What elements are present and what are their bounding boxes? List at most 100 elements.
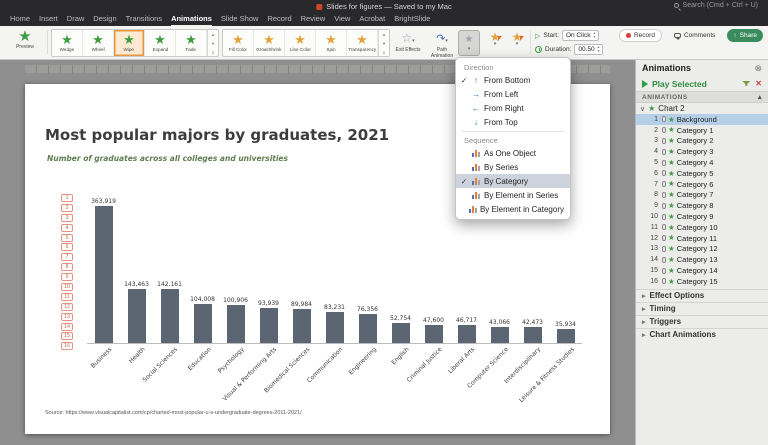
menu-item-by-element-in-category[interactable]: By Element in Category <box>456 202 570 216</box>
record-button[interactable]: Record <box>618 29 662 42</box>
path-animation-button[interactable]: ↷▾ Path Animation <box>426 29 458 60</box>
gallery-more-button[interactable]: ▴ ▾ ≡ <box>378 30 389 56</box>
tab-view[interactable]: View <box>334 14 350 26</box>
animation-group-chart-2[interactable]: ∨ ★ Chart 2 <box>636 103 768 114</box>
menu-item-by-category[interactable]: ✓ By Category <box>456 174 570 188</box>
menu-item-by-element-in-series[interactable]: By Element in Series <box>456 188 570 202</box>
effect-wipe[interactable]: ★ Wipe <box>114 30 145 56</box>
tab-home[interactable]: Home <box>10 14 30 26</box>
effect-wheel[interactable]: ★ Wheel <box>83 30 114 56</box>
bar-leisure-fitness-studies[interactable] <box>556 329 575 343</box>
animation-item-category-13[interactable]: 14 ★ Category 13 <box>636 254 768 265</box>
animation-item-category-14[interactable]: 15 ★ Category 14 <box>636 265 768 276</box>
section-triggers[interactable]: ▸ Triggers <box>636 314 768 328</box>
menu-separator <box>462 131 564 132</box>
bar-biomedical-sciences[interactable] <box>292 309 311 343</box>
effect-spin[interactable]: ★ Spin <box>316 30 347 56</box>
bar-english[interactable] <box>391 323 410 343</box>
menu-item-from-left[interactable]: → From Left <box>456 87 570 101</box>
animation-item-category-5[interactable]: 6 ★ Category 5 <box>636 168 768 179</box>
effect-line-color[interactable]: ★ Line Color <box>285 30 316 56</box>
menu-item-from-bottom[interactable]: ✓ ↑ From Bottom <box>456 73 570 87</box>
bar-slot: 76,356 Engineering <box>347 189 384 376</box>
tab-review[interactable]: Review <box>301 14 326 26</box>
section-effect-options[interactable]: ▸ Effect Options <box>636 288 768 302</box>
tab-animations[interactable]: Animations <box>171 14 212 26</box>
effect-options-button[interactable]: ★ ▾ <box>458 30 480 56</box>
animation-item-background[interactable]: 1 ★ Background <box>636 114 768 125</box>
animation-order-number: 16 <box>650 277 658 285</box>
filter-icon[interactable] <box>742 81 751 86</box>
bar-liberal-arts[interactable] <box>457 325 476 343</box>
animation-item-category-11[interactable]: 12 ★ Category 11 <box>636 233 768 244</box>
bar-social-sciences[interactable] <box>160 289 179 343</box>
menu-item-from-top[interactable]: ↓ From Top <box>456 115 570 129</box>
menu-item-by-series[interactable]: By Series <box>456 160 570 174</box>
close-panel-icon[interactable]: ⊗ <box>754 63 762 74</box>
bar-psychology[interactable] <box>226 305 245 343</box>
search-field[interactable]: Search (Cmd + Ctrl + U) <box>673 2 758 9</box>
tab-acrobat[interactable]: Acrobat <box>359 14 385 26</box>
chevron-right-icon: ▸ <box>642 331 646 339</box>
tab-design[interactable]: Design <box>93 14 116 26</box>
effect-expand[interactable]: ★ Expand <box>145 30 176 56</box>
start-select[interactable]: On Click ▴ ▾ <box>561 30 600 41</box>
comments-button[interactable]: Comments <box>668 29 721 42</box>
animation-item-category-2[interactable]: 3 ★ Category 2 <box>636 136 768 147</box>
menu-item-label: By Series <box>484 162 519 172</box>
animation-item-category-7[interactable]: 8 ★ Category 7 <box>636 190 768 201</box>
tab-transitions[interactable]: Transitions <box>126 14 162 26</box>
powerpoint-window: Slides for figures — Saved to my Mac Sea… <box>0 0 768 445</box>
animation-item-category-12[interactable]: 13 ★ Category 12 <box>636 244 768 255</box>
path-animation-label: Path Animation <box>430 47 454 59</box>
animation-item-category-10[interactable]: 11 ★ Category 10 <box>636 222 768 233</box>
effect-fill-color[interactable]: ★ Fill Color <box>223 30 254 56</box>
bar-business[interactable] <box>94 206 113 343</box>
play-selected-button[interactable]: Play Selected <box>652 79 707 89</box>
entrance-star-icon: ★ <box>648 103 656 113</box>
section-timing[interactable]: ▸ Timing <box>636 301 768 315</box>
bar-computer-science[interactable] <box>490 327 509 343</box>
effect-wedge[interactable]: ★ Wedge <box>52 30 83 56</box>
bar-visual-performing-arts[interactable] <box>259 308 278 343</box>
animation-item-category-1[interactable]: 2 ★ Category 1 <box>636 125 768 136</box>
animation-item-category-9[interactable]: 10 ★ Category 9 <box>636 211 768 222</box>
animation-item-category-8[interactable]: 9 ★ Category 8 <box>636 200 768 211</box>
share-button[interactable]: ↑ Share <box>727 29 763 42</box>
effect-fade[interactable]: ★ Fade <box>176 30 207 56</box>
lightning-star-button-1[interactable]: ★ ▾ <box>486 31 504 47</box>
bar-value-label: 104,008 <box>190 296 215 303</box>
tab-slide-show[interactable]: Slide Show <box>221 14 259 26</box>
check-icon: ✓ <box>460 176 468 186</box>
exit-effects-button[interactable]: ☆▾ Exit Effects <box>392 29 424 54</box>
effect-grow-shrink[interactable]: ★ Grow/Shrink <box>254 30 285 56</box>
section-chart-animations[interactable]: ▸ Chart Animations <box>636 327 768 341</box>
animation-item-category-4[interactable]: 5 ★ Category 4 <box>636 157 768 168</box>
tab-brightslide[interactable]: BrightSlide <box>394 14 430 26</box>
bar-health[interactable] <box>127 289 146 343</box>
bar-communication[interactable] <box>325 312 344 343</box>
animation-item-category-15[interactable]: 16 ★ Category 15 <box>636 276 768 287</box>
tab-record[interactable]: Record <box>267 14 291 26</box>
animations-list-header[interactable]: ANIMATIONS ▴ <box>636 91 768 103</box>
bar-value-label: 35,934 <box>555 321 576 328</box>
bar-education[interactable] <box>193 304 212 343</box>
mouse-click-icon <box>662 245 666 252</box>
menu-item-label: From Left <box>484 89 519 99</box>
tab-draw[interactable]: Draw <box>67 14 85 26</box>
effect-transparency[interactable]: ★ Transparency <box>347 30 378 56</box>
tab-insert[interactable]: Insert <box>39 14 58 26</box>
animation-number-badge: 16 <box>61 342 73 351</box>
remove-animation-icon[interactable]: ✕ <box>755 79 762 88</box>
gallery-more-button[interactable]: ▴ ▾ ≡ <box>207 30 218 56</box>
preview-button[interactable]: ★ Preview <box>6 29 44 51</box>
animation-item-category-6[interactable]: 7 ★ Category 6 <box>636 179 768 190</box>
duration-input[interactable]: 00.50 ▴ ▾ <box>574 44 604 55</box>
lightning-star-button-2[interactable]: ★ ▾ <box>508 31 526 47</box>
menu-item-as-one-object[interactable]: As One Object <box>456 146 570 160</box>
bar-criminal-justice[interactable] <box>424 325 443 343</box>
animation-item-category-3[interactable]: 4 ★ Category 3 <box>636 146 768 157</box>
menu-item-from-right[interactable]: ← From Right <box>456 101 570 115</box>
bar-engineering[interactable] <box>358 314 377 343</box>
bar-interdisciplinary[interactable] <box>523 327 542 343</box>
